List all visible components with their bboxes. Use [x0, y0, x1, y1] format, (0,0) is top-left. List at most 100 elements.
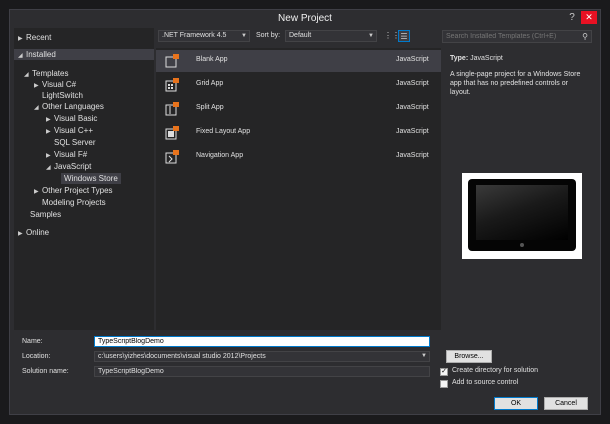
template-name: Fixed Layout App	[196, 128, 251, 135]
expand-arrow-icon[interactable]: ▶	[18, 34, 26, 45]
template-details: Type: JavaScript A single-page project f…	[446, 48, 596, 330]
tablet-screen	[476, 185, 568, 240]
template-name: Navigation App	[196, 152, 244, 159]
template-language: JavaScript	[396, 56, 429, 63]
tree-item-label: Recent	[26, 33, 52, 42]
sort-value: Default	[289, 32, 312, 39]
template-language: JavaScript	[396, 128, 429, 135]
solution-name-field[interactable]	[94, 366, 430, 377]
tablet-icon	[468, 179, 576, 251]
tree-item-sql-server[interactable]: SQL Server	[54, 137, 96, 148]
type-value: JavaScript	[470, 55, 503, 62]
framework-dropdown[interactable]: .NET Framework 4.5 ▼	[158, 30, 250, 42]
tree-item-label: Modeling Projects	[42, 198, 106, 207]
tree-item-visual-basic[interactable]: ▶ Visual Basic	[46, 113, 97, 124]
tree-item-label: Other Languages	[42, 102, 104, 111]
list-item-grid-app[interactable]: Grid App JavaScript	[156, 74, 441, 96]
list-item-fixed-layout-app[interactable]: Fixed Layout App JavaScript	[156, 122, 441, 144]
tree-item-modeling-projects[interactable]: Modeling Projects	[42, 197, 106, 208]
title-bar[interactable]: New Project ? ✕	[10, 10, 600, 28]
tree-item-javascript[interactable]: ◢ JavaScript	[46, 161, 91, 172]
create-directory-label: Create directory for solution	[452, 367, 538, 374]
expand-arrow-icon[interactable]: ▶	[34, 81, 42, 92]
grid-app-icon	[165, 78, 179, 92]
source-control-label: Add to source control	[452, 379, 519, 386]
source-control-checkbox[interactable]	[440, 380, 448, 388]
tree-item-windows-store[interactable]: Windows Store	[61, 173, 121, 184]
location-field[interactable]: c:\users\yizhes\documents\visual studio …	[94, 351, 430, 362]
location-value: c:\users\yizhes\documents\visual studio …	[98, 353, 266, 360]
template-description: A single-page project for a Windows Stor…	[450, 71, 581, 96]
tree-item-label: Templates	[32, 69, 69, 78]
location-label: Location:	[22, 353, 51, 360]
tree-item-label: Installed	[26, 50, 56, 59]
dialog-title: New Project	[278, 13, 332, 24]
tree-item-label: Other Project Types	[42, 186, 113, 195]
tree-item-label: Visual C#	[42, 80, 77, 89]
expand-arrow-icon[interactable]: ▶	[34, 187, 42, 198]
tree-item-samples[interactable]: Samples	[30, 209, 61, 220]
name-field[interactable]	[94, 336, 430, 347]
search-input[interactable]	[446, 33, 566, 40]
template-list: Blank App JavaScript Grid App JavaScript…	[156, 48, 441, 330]
tree-item-lightswitch[interactable]: LightSwitch	[42, 90, 83, 101]
expand-arrow-icon[interactable]: ▶	[18, 229, 26, 240]
search-box[interactable]: ⚲	[442, 30, 592, 43]
cancel-button[interactable]: Cancel	[544, 397, 588, 410]
framework-value: .NET Framework 4.5	[162, 32, 227, 39]
help-button[interactable]: ?	[566, 12, 578, 24]
collapse-arrow-icon[interactable]: ◢	[34, 103, 42, 114]
tree-item-label: Windows Store	[64, 174, 118, 183]
name-label: Name:	[22, 338, 43, 345]
create-directory-checkbox[interactable]: ✓	[440, 368, 448, 376]
fixed-layout-app-icon	[165, 126, 179, 140]
template-name: Split App	[196, 104, 224, 111]
close-button[interactable]: ✕	[581, 11, 597, 24]
collapse-arrow-icon[interactable]: ◢	[24, 70, 32, 81]
template-name: Grid App	[196, 80, 224, 87]
template-language: JavaScript	[396, 80, 429, 87]
tree-item-visual-cpp[interactable]: ▶ Visual C++	[46, 125, 93, 136]
tree-item-label: Online	[26, 228, 50, 237]
tree-item-recent[interactable]: ▶ Recent	[18, 32, 51, 43]
chevron-down-icon[interactable]: ▼	[368, 31, 374, 41]
tree-item-label: Visual C++	[54, 126, 93, 135]
type-label: Type:	[450, 55, 469, 62]
ok-button[interactable]: OK	[494, 397, 538, 410]
browse-button[interactable]: Browse...	[446, 350, 492, 363]
template-name: Blank App	[196, 56, 228, 63]
list-item-blank-app[interactable]: Blank App JavaScript	[156, 50, 441, 72]
solution-name-label: Solution name:	[22, 368, 69, 375]
collapse-arrow-icon[interactable]: ◢	[18, 51, 26, 62]
tree-item-label: Visual Basic	[54, 114, 98, 123]
template-tree: ▶ Recent ◢ Installed ◢ Templates ▶ Visual C#…	[14, 28, 154, 330]
tree-item-templates[interactable]: ◢ Templates	[24, 68, 68, 79]
template-language: JavaScript	[396, 104, 429, 111]
sort-dropdown[interactable]: Default ▼	[285, 30, 377, 42]
tree-item-installed[interactable]: ◢ Installed	[14, 49, 154, 60]
blank-app-icon	[165, 54, 179, 68]
tree-item-online[interactable]: ▶ Online	[18, 227, 49, 238]
tree-item-label: Samples	[30, 210, 62, 219]
expand-arrow-icon[interactable]: ▶	[46, 127, 54, 138]
list-view-icon[interactable]: ☰	[398, 30, 410, 42]
tree-item-visual-fsharp[interactable]: ▶ Visual F#	[46, 149, 87, 160]
tree-item-label: LightSwitch	[42, 91, 83, 100]
tree-item-other-languages[interactable]: ◢ Other Languages	[34, 101, 104, 112]
chevron-down-icon[interactable]: ▼	[241, 31, 247, 41]
navigation-app-icon	[165, 150, 179, 164]
chevron-down-icon[interactable]: ▼	[421, 352, 427, 361]
sort-by-label: Sort by:	[256, 32, 281, 39]
list-item-navigation-app[interactable]: Navigation App JavaScript	[156, 146, 441, 168]
collapse-arrow-icon[interactable]: ◢	[46, 163, 54, 174]
search-icon[interactable]: ⚲	[582, 31, 588, 42]
tree-item-visual-csharp[interactable]: ▶ Visual C#	[34, 79, 76, 90]
small-icons-view-icon[interactable]: ⋮⋮	[384, 30, 400, 42]
template-preview-image	[462, 173, 582, 259]
split-app-icon	[165, 102, 179, 116]
list-item-split-app[interactable]: Split App JavaScript	[156, 98, 441, 120]
tree-item-other-project-types[interactable]: ▶ Other Project Types	[34, 185, 113, 196]
template-language: JavaScript	[396, 152, 429, 159]
new-project-dialog: New Project ? ✕ ▶ Recent ◢ Installed ◢ Temp…	[9, 9, 601, 415]
home-button-icon	[520, 243, 524, 247]
